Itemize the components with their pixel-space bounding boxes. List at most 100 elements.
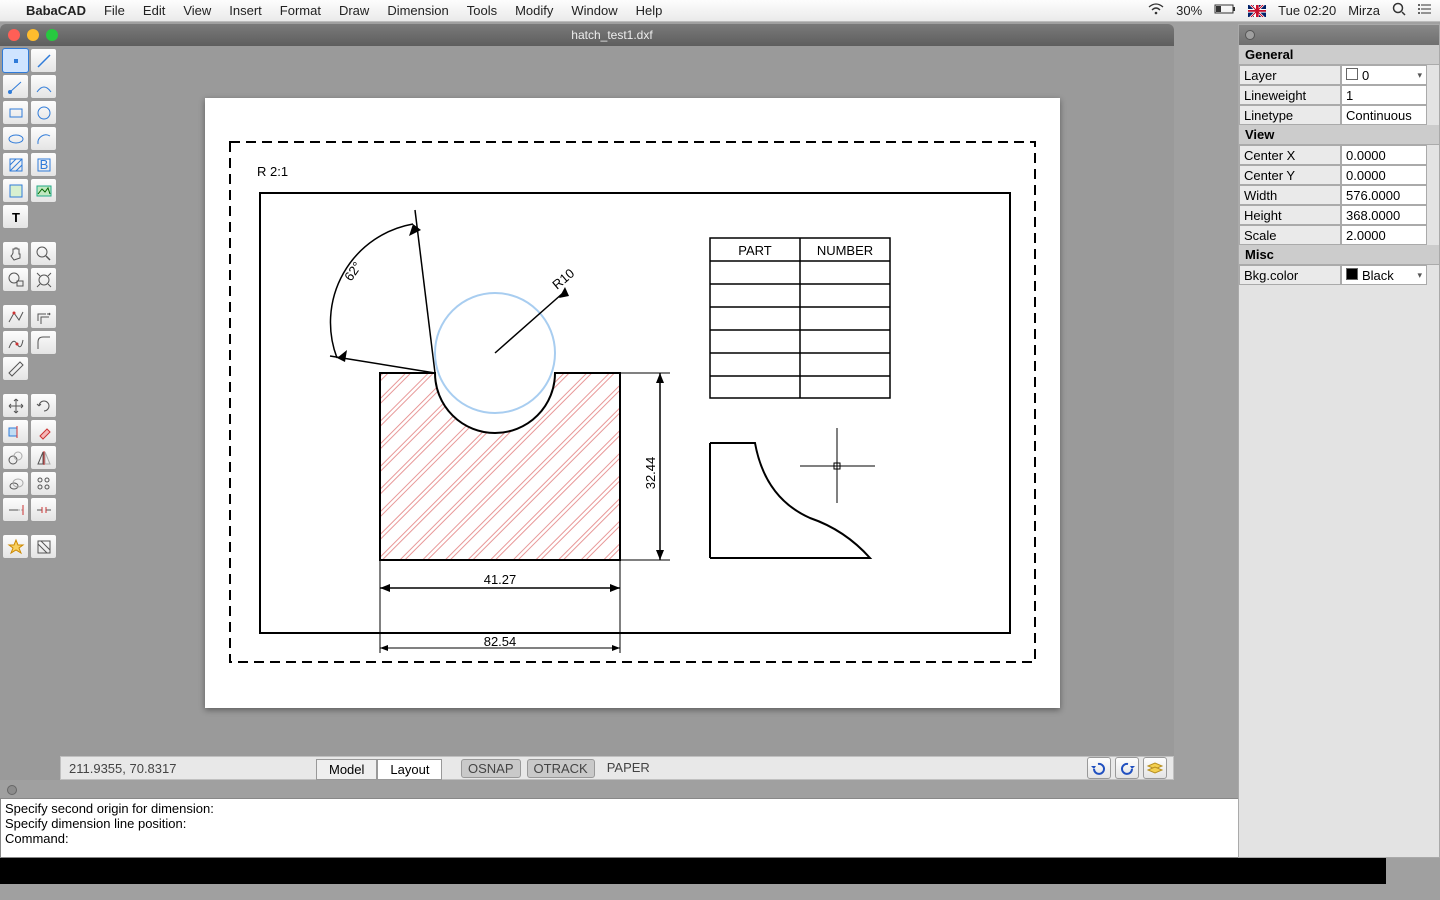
tool-pan[interactable]	[2, 241, 29, 266]
prop-layer-value[interactable]: 0▾	[1341, 65, 1427, 85]
prop-linetype-value[interactable]: Continuous	[1341, 105, 1427, 125]
svg-text:B: B	[39, 157, 48, 172]
svg-text:32.44: 32.44	[643, 457, 658, 490]
tool-zoom-extents[interactable]	[30, 267, 57, 292]
tool-text[interactable]: T	[2, 204, 29, 229]
toggle-osnap[interactable]: OSNAP	[461, 759, 521, 778]
menu-window[interactable]: Window	[571, 3, 617, 18]
tool-image[interactable]	[30, 178, 57, 203]
menu-help[interactable]: Help	[636, 3, 663, 18]
prop-scale-value[interactable]: 2.0000	[1341, 225, 1427, 245]
tool-zoom[interactable]	[30, 241, 57, 266]
prop-centery-label: Center Y	[1239, 165, 1341, 185]
tool-rotate[interactable]	[30, 393, 57, 418]
svg-text:R10: R10	[549, 265, 577, 292]
tool-mirror[interactable]	[30, 445, 57, 470]
menu-dimension[interactable]: Dimension	[387, 3, 448, 18]
minimize-window-button[interactable]	[27, 29, 39, 41]
section-misc: Misc	[1239, 245, 1439, 265]
tool-array[interactable]	[30, 471, 57, 496]
menu-tools[interactable]: Tools	[467, 3, 497, 18]
spotlight-icon[interactable]	[1392, 2, 1406, 19]
maximize-window-button[interactable]	[46, 29, 58, 41]
tool-explode[interactable]	[2, 534, 29, 559]
coordinates-readout: 211.9355, 70.8317	[69, 761, 176, 776]
cmd-line-2: Specify dimension line position:	[5, 816, 1381, 831]
tool-trim[interactable]	[2, 419, 29, 444]
prop-centerx-label: Center X	[1239, 145, 1341, 165]
prop-bgcolor-value[interactable]: Black▾	[1341, 265, 1427, 285]
tool-properties[interactable]	[30, 534, 57, 559]
menu-file[interactable]: File	[104, 3, 125, 18]
tool-line[interactable]	[30, 48, 57, 73]
prop-height-label: Height	[1239, 205, 1341, 225]
layers-button[interactable]	[1143, 757, 1167, 779]
svg-text:NUMBER: NUMBER	[817, 243, 873, 258]
panel-grip-icon[interactable]	[7, 785, 17, 795]
tool-xline[interactable]	[30, 74, 57, 99]
scale-text: R 2:1	[257, 164, 288, 179]
toggle-otrack[interactable]: OTRACK	[527, 759, 595, 778]
prop-width-value[interactable]: 576.0000	[1341, 185, 1427, 205]
prop-height-value[interactable]: 368.0000	[1341, 205, 1427, 225]
tool-erase[interactable]	[30, 419, 57, 444]
paper-sheet: R 2:1	[205, 98, 1060, 708]
tab-layout[interactable]: Layout	[377, 759, 442, 780]
battery-icon[interactable]	[1214, 3, 1236, 18]
tool-move[interactable]	[2, 393, 29, 418]
undo-button[interactable]	[1087, 757, 1111, 779]
section-general: General	[1239, 45, 1439, 65]
cmd-line-1: Specify second origin for dimension:	[5, 801, 1381, 816]
menu-modify[interactable]: Modify	[515, 3, 553, 18]
flag-uk-icon[interactable]	[1248, 5, 1266, 17]
clock[interactable]: Tue 02:20	[1278, 3, 1336, 18]
draw-toolbar: B T	[2, 46, 60, 780]
tool-copy[interactable]	[2, 445, 29, 470]
tool-polyline-edit[interactable]	[2, 304, 29, 329]
tool-break[interactable]	[30, 497, 57, 522]
prop-linetype-label: Linetype	[1239, 105, 1341, 125]
redo-button[interactable]	[1115, 757, 1139, 779]
app-name[interactable]: BabaCAD	[26, 3, 86, 18]
svg-text:62°: 62°	[341, 259, 365, 284]
svg-text:T: T	[12, 210, 20, 225]
prop-bgcolor-label: Bkg.color	[1239, 265, 1341, 285]
tool-ray[interactable]	[2, 74, 29, 99]
tool-zoom-window[interactable]	[2, 267, 29, 292]
prop-centery-value[interactable]: 0.0000	[1341, 165, 1427, 185]
tool-measure[interactable]	[2, 356, 29, 381]
command-log[interactable]: Specify second origin for dimension: Spe…	[0, 798, 1386, 858]
tool-spline[interactable]	[2, 330, 29, 355]
tool-hatch[interactable]	[2, 152, 29, 177]
tab-model[interactable]: Model	[316, 759, 377, 780]
menu-list-icon[interactable]	[1418, 3, 1432, 18]
panel-grip-icon[interactable]	[1245, 30, 1255, 40]
tool-scale[interactable]	[2, 471, 29, 496]
cmd-line-3: Command:	[5, 831, 1381, 846]
tool-rectangle[interactable]	[2, 100, 29, 125]
tool-point[interactable]	[2, 48, 29, 73]
prop-lineweight-value[interactable]: 1	[1341, 85, 1427, 105]
menu-format[interactable]: Format	[280, 3, 321, 18]
menu-draw[interactable]: Draw	[339, 3, 369, 18]
tool-circle[interactable]	[30, 100, 57, 125]
window-titlebar[interactable]: hatch_test1.dxf	[0, 24, 1174, 46]
tool-ellipse[interactable]	[2, 126, 29, 151]
tool-fillet[interactable]	[30, 330, 57, 355]
menu-insert[interactable]: Insert	[229, 3, 262, 18]
username[interactable]: Mirza	[1348, 3, 1380, 18]
tool-offset[interactable]	[30, 304, 57, 329]
svg-text:82.54: 82.54	[484, 634, 517, 649]
tool-region[interactable]	[2, 178, 29, 203]
drawing-canvas[interactable]: R 2:1	[64, 46, 1172, 780]
close-window-button[interactable]	[8, 29, 20, 41]
prop-centerx-value[interactable]: 0.0000	[1341, 145, 1427, 165]
tool-extend[interactable]	[2, 497, 29, 522]
menu-edit[interactable]: Edit	[143, 3, 165, 18]
svg-text:PART: PART	[738, 243, 772, 258]
tool-block[interactable]: B	[30, 152, 57, 177]
tool-arc[interactable]	[30, 126, 57, 151]
wifi-icon[interactable]	[1148, 3, 1164, 18]
window-title: hatch_test1.dxf	[58, 28, 1166, 42]
menu-view[interactable]: View	[183, 3, 211, 18]
